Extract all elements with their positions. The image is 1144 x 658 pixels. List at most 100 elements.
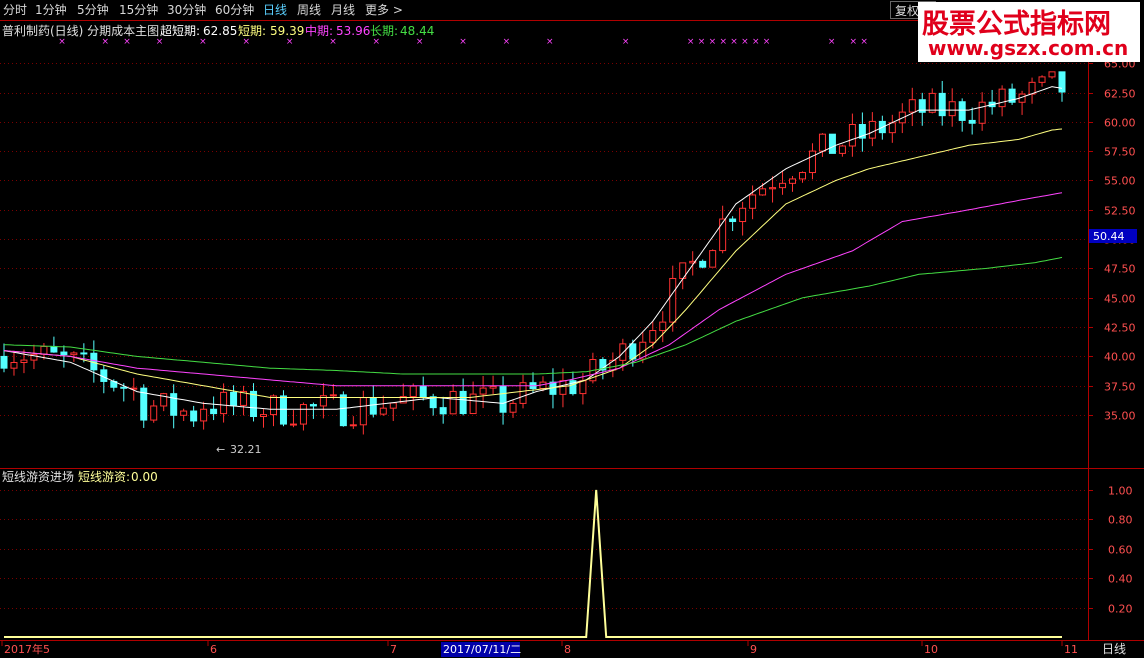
candle-body xyxy=(299,404,307,425)
candle-body xyxy=(789,178,797,184)
legend-value-ultrashort: 62.85 xyxy=(203,24,237,38)
stock-chart[interactable]: ××××××××××××××××××××××××××× 普利制药(日线) 分期成… xyxy=(0,0,1144,658)
price-tick-label: 37.50 xyxy=(1104,381,1136,394)
signal-marker: × xyxy=(850,37,858,47)
legend-value-mid: 53.96 xyxy=(336,24,370,38)
candle-body xyxy=(958,101,966,121)
date-tick-label: 7 xyxy=(390,643,397,656)
candle-body xyxy=(818,133,826,152)
candle-body xyxy=(579,380,587,395)
signal-marker: × xyxy=(763,37,771,47)
candle-body xyxy=(559,380,567,395)
signal-marker: × xyxy=(730,37,738,47)
low-price-label: 32.21 xyxy=(230,443,262,456)
candle-body xyxy=(998,88,1006,108)
current-price-label: 50.44 xyxy=(1093,230,1125,243)
signal-marker: × xyxy=(860,37,868,47)
main-legend-title: 普利制药(日线) 分期成本主图 xyxy=(2,24,159,38)
candle-body xyxy=(1028,81,1036,95)
price-tick-label: 40.00 xyxy=(1104,351,1136,364)
candle-body xyxy=(739,207,747,223)
candle-body xyxy=(369,397,377,415)
candle-body xyxy=(439,407,447,415)
candle-body xyxy=(1058,71,1066,93)
candle-body xyxy=(190,410,198,422)
date-tick-label: 9 xyxy=(750,643,757,656)
signal-marker: × xyxy=(687,37,695,47)
ma-line-short xyxy=(3,128,1063,398)
signal-marker: × xyxy=(459,37,467,47)
candle-body xyxy=(309,404,317,407)
candle-body xyxy=(150,405,158,421)
legend-value-long: 48.44 xyxy=(400,24,434,38)
candle-body xyxy=(868,120,876,139)
candle-body xyxy=(479,387,487,395)
candle-body xyxy=(220,391,228,415)
candle-body xyxy=(808,150,816,174)
price-tick-label: 47.50 xyxy=(1104,263,1136,276)
price-tick-label: 45.00 xyxy=(1104,293,1136,306)
watermark-logo: 股票公式指标网 www.gszx.com.cn xyxy=(918,2,1140,62)
candle-body xyxy=(769,187,777,190)
candle-body xyxy=(120,386,128,389)
price-tick-label: 55.00 xyxy=(1104,175,1136,188)
candle-body xyxy=(449,390,457,415)
candle-body xyxy=(948,101,956,117)
sub-indicator-line xyxy=(4,489,1062,638)
signal-marker: × xyxy=(503,37,511,47)
sub-tick-label: 0.60 xyxy=(1108,544,1133,557)
signal-marker: × xyxy=(242,37,250,47)
candle-body xyxy=(170,393,178,416)
candle-body xyxy=(10,362,18,369)
legend-label-short: 短期: xyxy=(238,24,266,38)
date-tick-label: 8 xyxy=(564,643,571,656)
signal-marker: × xyxy=(752,37,760,47)
candle-body xyxy=(779,182,787,189)
candle-body xyxy=(419,385,427,398)
price-tick-label: 62.50 xyxy=(1104,88,1136,101)
legend-label-mid: 中期: xyxy=(305,23,333,38)
sub-legend-label: 短线游资: xyxy=(78,470,130,484)
candle-body xyxy=(848,124,856,147)
candle-body xyxy=(928,92,936,113)
candle-body xyxy=(719,218,727,252)
candle-body xyxy=(609,359,617,371)
signal-markers: ××××××××××××××××××××××××××× xyxy=(58,37,954,47)
candle-body xyxy=(489,385,497,389)
candle-body xyxy=(279,395,287,425)
price-tick-label: 52.50 xyxy=(1104,205,1136,218)
candle-body xyxy=(1048,71,1056,78)
sub-grid xyxy=(0,490,1088,609)
short-money-line xyxy=(4,489,1062,638)
sub-axis: 1.00 0.80 0.60 0.40 0.20 xyxy=(1088,485,1133,616)
moving-average-lines xyxy=(3,86,1063,410)
cursor-date-label: 2017/07/11/二 xyxy=(443,643,521,656)
candle-body xyxy=(180,410,188,416)
ma-line-ultrashort xyxy=(3,86,1063,410)
signal-marker: × xyxy=(698,37,706,47)
candle-body xyxy=(509,402,517,413)
candle-body xyxy=(260,414,268,418)
candle-body xyxy=(60,351,68,356)
candle-body xyxy=(459,390,467,415)
candle-body xyxy=(20,359,28,364)
legend-label-long: 长期: xyxy=(370,24,398,38)
watermark-url: www.gszx.com.cn xyxy=(928,36,1129,60)
legend-value-short: 59.39 xyxy=(270,24,304,38)
candle-body xyxy=(659,321,667,332)
signal-marker: × xyxy=(373,37,381,47)
candle-body xyxy=(619,343,627,361)
candle-body xyxy=(50,345,58,353)
candle-body xyxy=(669,277,677,323)
candle-body xyxy=(349,424,357,427)
date-tick-label: 2017年5 xyxy=(4,642,50,656)
price-tick-label: 57.50 xyxy=(1104,146,1136,159)
candle-body xyxy=(339,394,347,427)
signal-marker: × xyxy=(741,37,749,47)
candle-body xyxy=(1038,76,1046,83)
legend-label-ultrashort: 超短期: xyxy=(160,23,200,38)
candle-body xyxy=(210,408,218,415)
candle-body xyxy=(709,250,717,268)
date-tick-label: 6 xyxy=(210,643,217,656)
candle-body xyxy=(838,145,846,154)
